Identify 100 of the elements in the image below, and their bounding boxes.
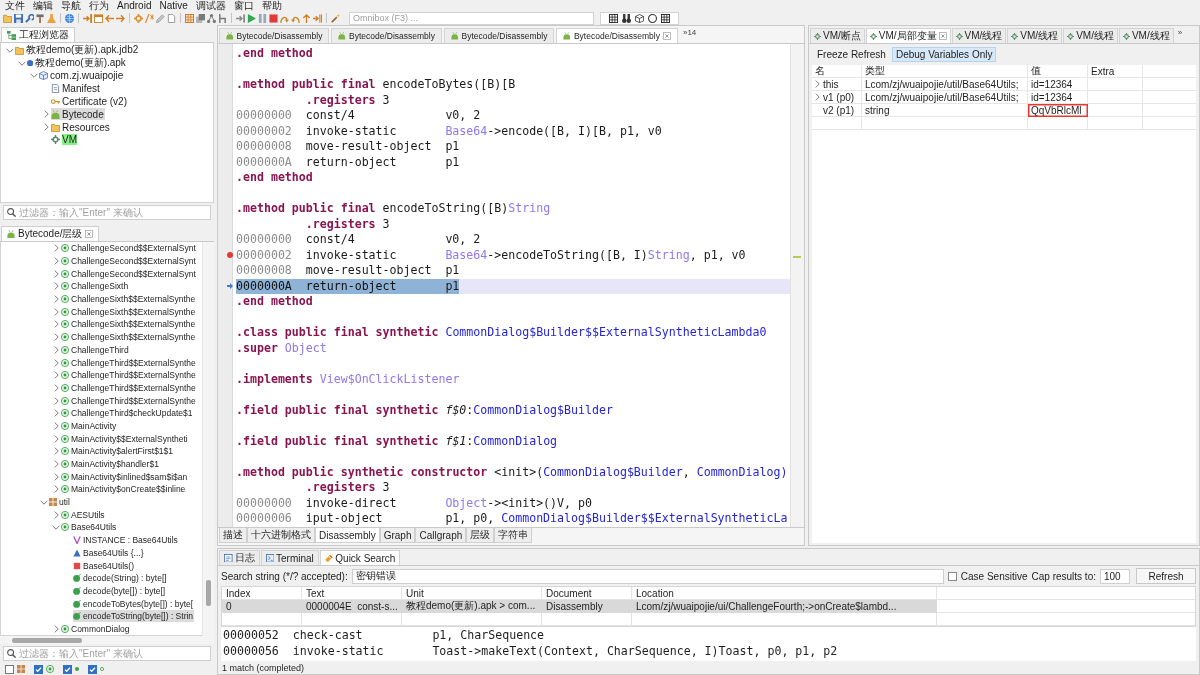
checkbox-label[interactable]: Case Sensitive — [960, 570, 1028, 582]
tree-item[interactable]: MainActivity$$ExternalSyntheti — [61, 432, 189, 445]
menu-item[interactable]: 文件 — [5, 0, 25, 11]
chevron-icon[interactable] — [53, 447, 59, 456]
grid-icon[interactable] — [661, 13, 670, 23]
menu-item[interactable]: 导航 — [61, 0, 81, 11]
chevron-icon[interactable] — [53, 396, 59, 405]
close-icon[interactable] — [938, 32, 947, 40]
close-icon[interactable] — [85, 230, 94, 238]
tab[interactable]: 层级 — [466, 528, 495, 543]
tab[interactable]: VM/断点 — [810, 28, 865, 43]
play-icon[interactable] — [247, 13, 256, 23]
chevron-icon[interactable] — [53, 510, 59, 519]
tab[interactable]: VM/线程 — [1118, 28, 1174, 43]
tree-item[interactable]: ChallengeThird$$ExternalSynthe — [61, 356, 197, 369]
chevron-icon[interactable] — [815, 80, 820, 88]
arrow-up-icon[interactable] — [302, 13, 311, 23]
toggle-button[interactable]: Freeze Refresh — [813, 47, 890, 62]
chevron-icon[interactable] — [52, 524, 60, 530]
chevron-icon[interactable] — [53, 485, 59, 494]
tree-item[interactable]: ChallengeSixth — [61, 280, 130, 293]
tab[interactable]: Bytecode/Disassembly — [219, 28, 330, 43]
checkbox[interactable] — [947, 571, 957, 581]
scrollbar-thumb[interactable] — [206, 580, 211, 606]
scrollbar-thumb[interactable] — [12, 637, 82, 643]
chevron-icon[interactable] — [53, 269, 59, 278]
wand-icon[interactable] — [331, 13, 340, 23]
chevron-icon[interactable] — [40, 499, 48, 505]
gear-icon[interactable] — [134, 13, 143, 23]
tree-item[interactable]: Certificate (v2) — [51, 95, 128, 108]
tree-item[interactable]: INSTANCE : Base64Utils — [73, 534, 179, 547]
tab[interactable]: VM/线程 — [951, 28, 1007, 43]
wrench-icon[interactable] — [25, 13, 34, 23]
tree-item[interactable]: 教程demo(更新).apk.jdb2 — [15, 44, 140, 57]
chevron-icon[interactable] — [43, 123, 49, 132]
tab[interactable]: Quick Search — [319, 550, 401, 565]
chevron-icon[interactable] — [53, 434, 59, 443]
tab[interactable]: Bytecode/Disassembly — [443, 28, 555, 43]
nodes-icon[interactable] — [207, 13, 216, 23]
checkbox[interactable] — [5, 664, 14, 674]
arrow-to-bar-icon[interactable] — [83, 13, 92, 23]
tree-item[interactable]: ChallengeThird$$ExternalSynthe — [61, 394, 197, 407]
tree-item[interactable]: 教程demo(更新).apk — [27, 57, 127, 70]
search-field[interactable]: 密钥错误 — [351, 568, 944, 584]
menu-item[interactable]: 行为 — [89, 0, 109, 11]
tab[interactable]: Disassembly — [315, 528, 380, 543]
tree-item[interactable]: Base64Utils {...} — [73, 546, 145, 559]
pause-icon[interactable] — [258, 13, 267, 23]
tab[interactable]: VM/线程 — [1007, 28, 1063, 43]
tab[interactable]: 日志 — [219, 550, 260, 565]
chevron-icon[interactable] — [53, 244, 59, 253]
arrow-right-icon[interactable] — [116, 13, 125, 23]
menu-item[interactable]: Android — [117, 0, 152, 11]
tree-item[interactable]: MainActivity$onCreate$$inline — [61, 483, 187, 496]
tree-item[interactable]: decode(byte[]) : byte[] — [73, 584, 167, 597]
tree-item[interactable]: ChallengeSecond$$ExternalSynt — [61, 242, 197, 255]
globe-icon[interactable] — [65, 13, 74, 23]
circle-icon[interactable] — [648, 13, 657, 23]
tree-item[interactable]: Resources — [51, 121, 111, 134]
tree-item[interactable]: ChallengeSixth$$ExternalSynthe — [61, 305, 197, 318]
checkbox[interactable] — [88, 664, 97, 674]
tree-item[interactable]: com.zj.wuaipojie — [39, 70, 125, 82]
filter-field[interactable]: 过滤器：输入"Enter" 来确认 — [3, 646, 211, 661]
tab[interactable]: 十六进制格式 — [247, 528, 315, 543]
close-icon[interactable] — [662, 32, 671, 40]
window-icon[interactable] — [94, 13, 103, 23]
layers-icon[interactable] — [196, 13, 205, 23]
grid-icon[interactable] — [609, 13, 618, 23]
chevron-icon[interactable] — [53, 282, 59, 291]
tree-item[interactable]: ChallengeThird$$ExternalSynthe — [61, 381, 197, 394]
menu-item[interactable]: 编辑 — [33, 0, 53, 11]
chevron-icon[interactable] — [53, 307, 59, 316]
cube-icon[interactable] — [635, 13, 644, 23]
tree-item[interactable]: ChallengeSixth$$ExternalSynthe — [61, 331, 197, 344]
chevron-icon[interactable] — [53, 371, 59, 380]
tree-item[interactable]: ChallengeThird — [61, 343, 130, 356]
tree-item[interactable]: util — [49, 496, 71, 509]
checkbox[interactable] — [63, 664, 72, 674]
tab[interactable]: Bytecode/Disassembly — [331, 28, 442, 43]
tab[interactable]: 工程浏览器 — [1, 27, 75, 42]
tab[interactable]: Terminal — [260, 550, 319, 565]
chevron-icon[interactable] — [53, 358, 59, 367]
chevron-icon[interactable] — [53, 460, 59, 469]
stop-icon[interactable] — [269, 13, 278, 23]
tree-item[interactable]: CommonDialog — [61, 622, 131, 635]
tree-item[interactable]: Bytecode — [51, 108, 105, 121]
tab[interactable]: VM/线程 — [1063, 28, 1118, 43]
arrow-left-icon[interactable] — [105, 13, 114, 23]
hammer-icon[interactable] — [36, 13, 45, 23]
chevron-icon[interactable] — [6, 47, 14, 53]
chevron-icon[interactable] — [53, 409, 59, 418]
overflow-tabs-button[interactable]: » — [1177, 28, 1183, 37]
tab[interactable]: Bytecode/层级 — [1, 226, 100, 241]
tree-item[interactable]: MainActivity — [61, 419, 118, 432]
binoculars-icon[interactable] — [622, 13, 631, 23]
tree-item[interactable]: ChallengeThird$$ExternalSynthe — [61, 369, 197, 382]
tree-item[interactable]: ChallengeSixth$$ExternalSynthe — [61, 293, 197, 306]
overflow-tabs-button[interactable]: »14 — [682, 28, 697, 37]
chevron-icon[interactable] — [53, 333, 59, 342]
chevron-icon[interactable] — [43, 110, 49, 119]
